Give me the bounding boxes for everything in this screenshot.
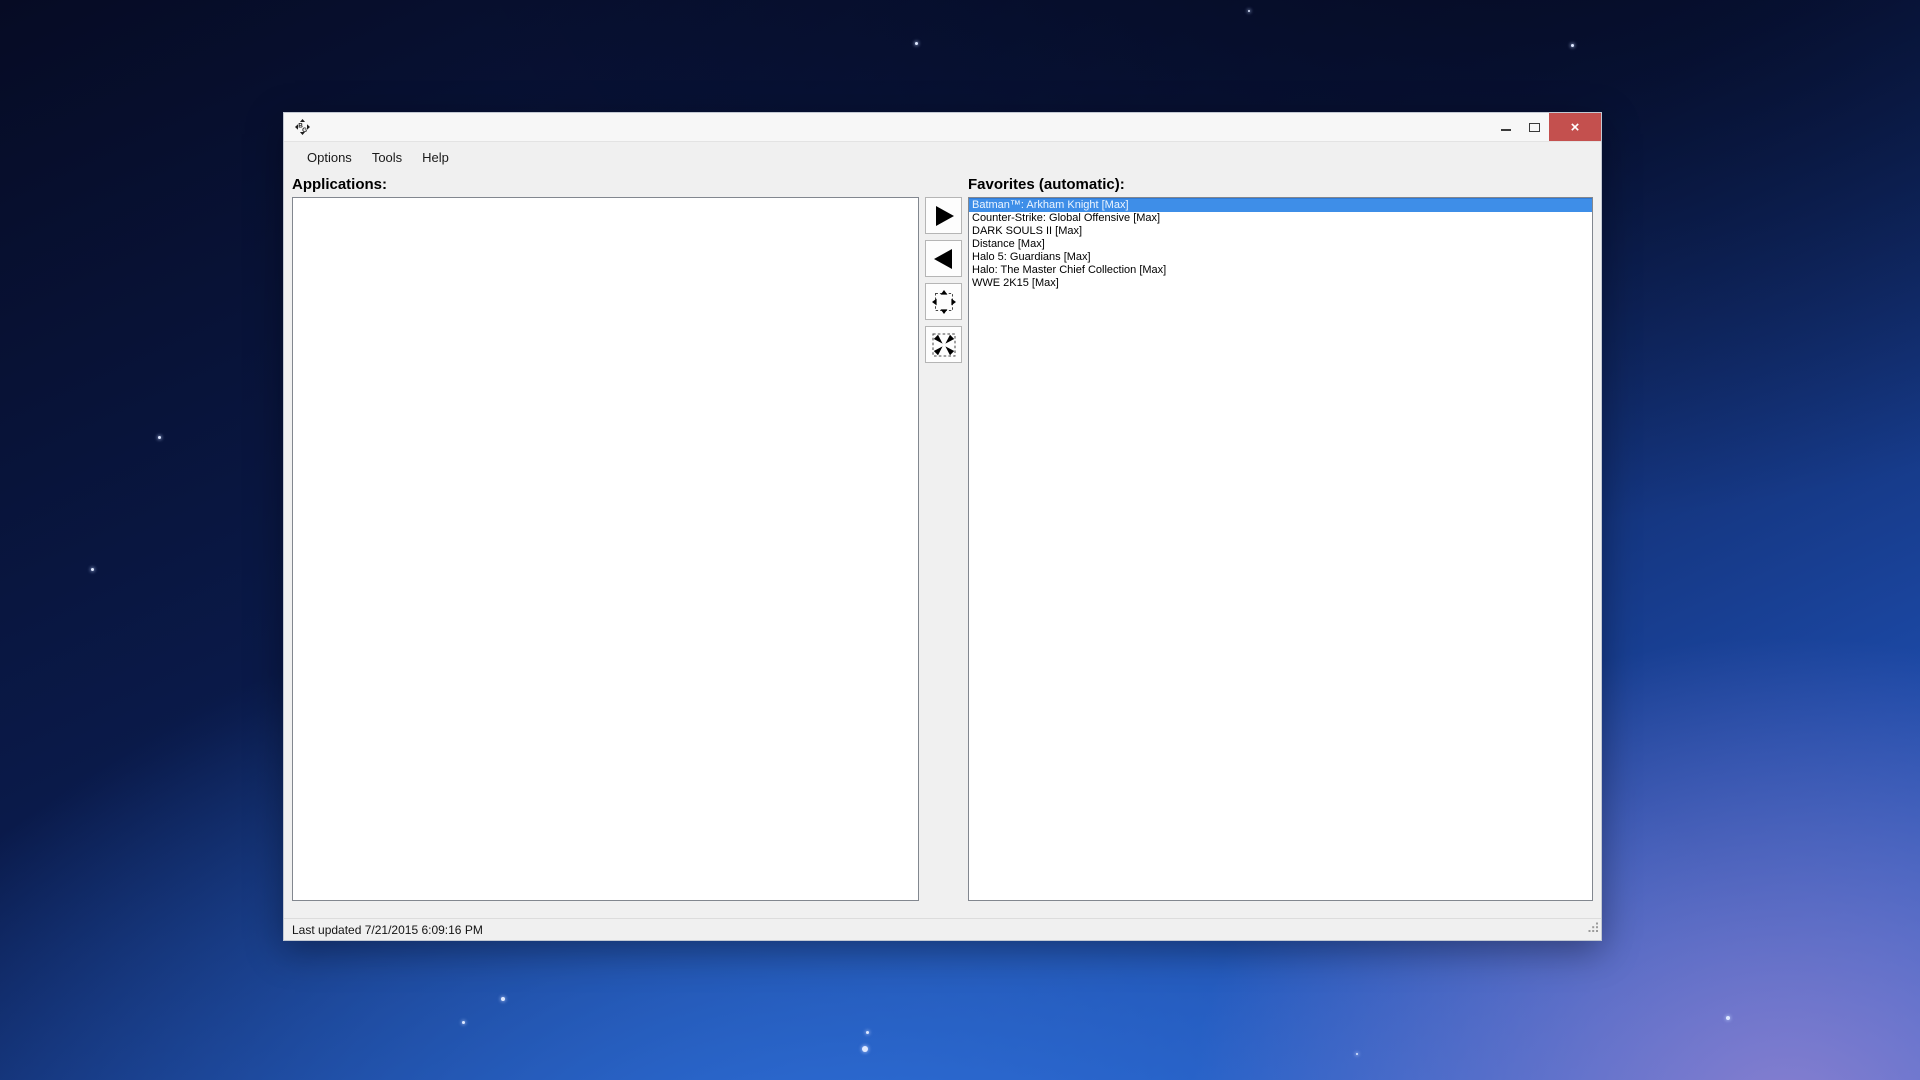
svg-text:G: G: [302, 127, 307, 134]
sparkle: [501, 997, 505, 1001]
favorites-item[interactable]: Halo: The Master Chief Collection [Max]: [969, 264, 1592, 277]
sparkle: [915, 42, 918, 45]
desktop: { "window": { "title": "", "caption": { …: [0, 0, 1920, 1080]
app-icon[interactable]: B G: [295, 119, 310, 135]
sparkle: [1571, 44, 1574, 47]
menu-options[interactable]: Options: [297, 146, 362, 169]
favorites-item[interactable]: Halo 5: Guardians [Max]: [969, 251, 1592, 264]
restore-window-button[interactable]: [925, 326, 962, 363]
sparkle: [91, 568, 94, 571]
minimize-button[interactable]: [1491, 113, 1520, 141]
borderless-gaming-window: B G × Options Tools Help Applications: F…: [283, 112, 1602, 941]
maximize-icon: [1529, 122, 1540, 132]
expand-arrows-icon: [931, 289, 957, 315]
maximize-button[interactable]: [1520, 113, 1549, 141]
applications-label: Applications:: [292, 176, 388, 193]
status-text: Last updated 7/21/2015 6:09:16 PM: [292, 922, 483, 937]
favorites-item-selected[interactable]: Batman™: Arkham Knight [Max]: [969, 198, 1592, 212]
titlebar[interactable]: B G ×: [284, 113, 1601, 142]
menubar: Options Tools Help: [284, 142, 1601, 173]
sparkle: [1356, 1053, 1358, 1055]
favorites-listbox[interactable]: Batman™: Arkham Knight [Max] Counter-Str…: [968, 197, 1593, 901]
minimize-icon: [1500, 129, 1511, 131]
applications-panel: Applications:: [292, 173, 919, 918]
remove-from-favorites-button[interactable]: [925, 240, 962, 277]
favorites-item[interactable]: WWE 2K15 [Max]: [969, 277, 1592, 290]
right-arrow-icon: [932, 204, 956, 228]
make-borderless-button[interactable]: [925, 283, 962, 320]
collapse-arrows-icon: [931, 332, 957, 358]
close-icon: ×: [1570, 118, 1580, 136]
sparkle: [158, 436, 161, 439]
applications-listbox[interactable]: [292, 197, 919, 901]
favorites-label: Favorites (automatic):: [968, 176, 1125, 193]
client-area: Applications: Favorites (automatic): Bat…: [284, 173, 1601, 918]
left-arrow-icon: [932, 247, 956, 271]
favorites-panel: Favorites (automatic): Batman™: Arkham K…: [968, 173, 1593, 918]
caption-buttons: ×: [1491, 113, 1601, 141]
sparkle: [862, 1046, 868, 1052]
add-to-favorites-button[interactable]: [925, 197, 962, 234]
sparkle: [1726, 1016, 1730, 1020]
statusbar: Last updated 7/21/2015 6:09:16 PM: [284, 918, 1601, 940]
favorites-item[interactable]: DARK SOULS II [Max]: [969, 225, 1592, 238]
favorites-item[interactable]: Distance [Max]: [969, 238, 1592, 251]
sparkle: [866, 1031, 869, 1034]
menu-help[interactable]: Help: [412, 146, 459, 169]
transfer-buttons: [919, 173, 968, 918]
sparkle: [1248, 10, 1250, 12]
sparkle: [462, 1021, 465, 1024]
close-button[interactable]: ×: [1549, 113, 1601, 141]
menu-tools[interactable]: Tools: [362, 146, 412, 169]
resize-grip-icon[interactable]: [1588, 920, 1599, 938]
favorites-item[interactable]: Counter-Strike: Global Offensive [Max]: [969, 212, 1592, 225]
